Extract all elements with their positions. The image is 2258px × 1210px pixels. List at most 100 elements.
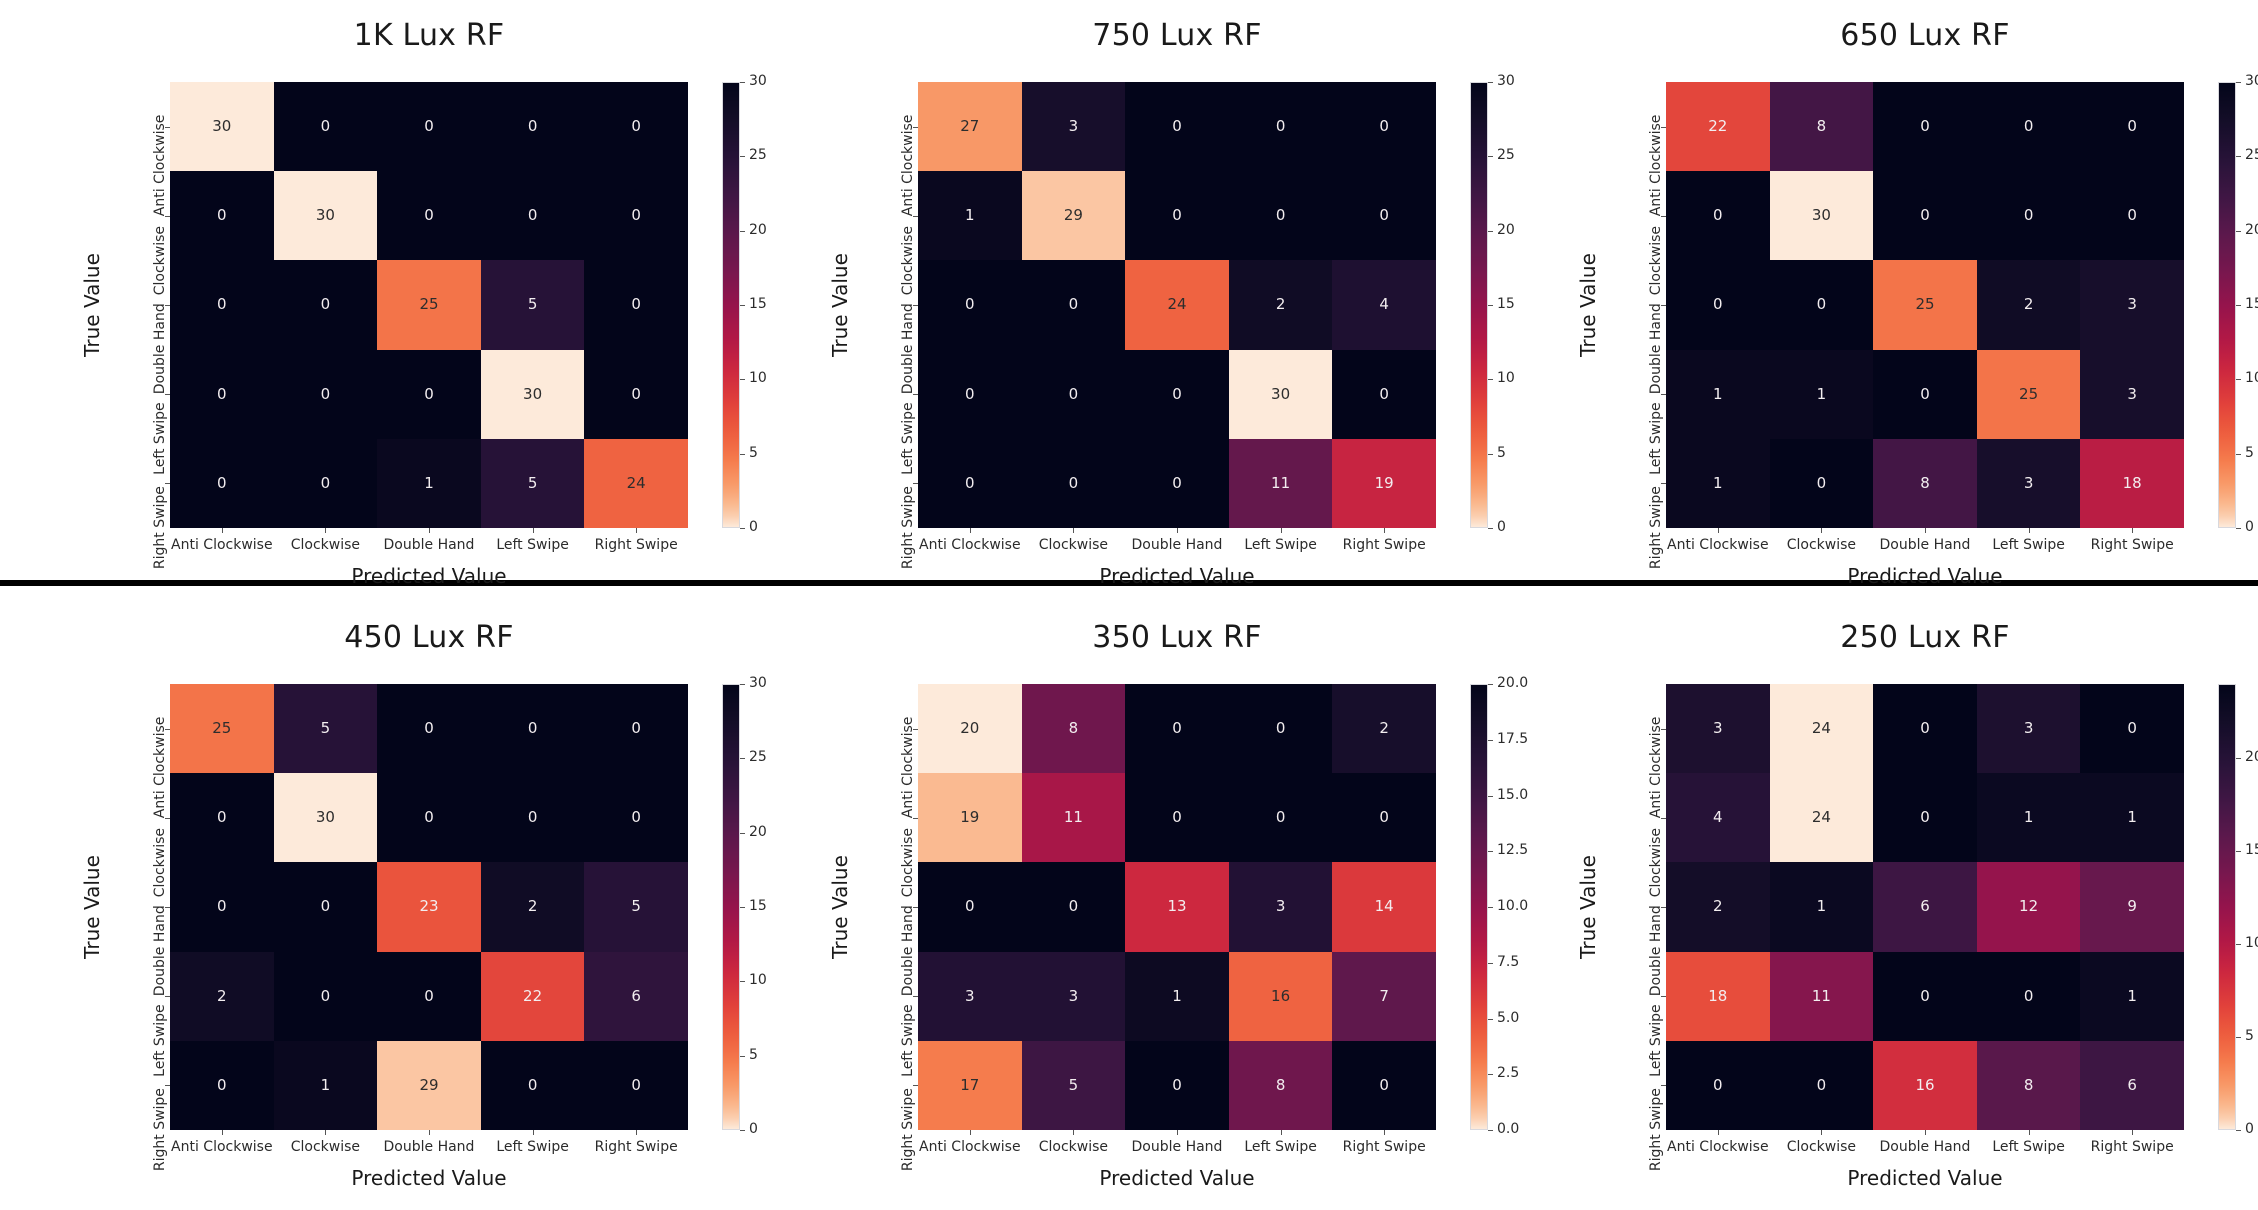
y-axis-label: True Value [80, 253, 104, 357]
heatmap-cell: 5 [273, 684, 378, 774]
y-tick-label: Double Hand [1647, 905, 1664, 997]
heatmap-cell: 0 [170, 1040, 274, 1130]
heatmap-cell: 0 [1228, 171, 1333, 261]
colorbar [1470, 82, 1488, 528]
colorbar-tick-label: 5 [2245, 444, 2254, 461]
colorbar-tick-mark [2236, 758, 2241, 760]
x-tick-label: Right Swipe [2090, 537, 2174, 553]
heatmap-cell: 0 [170, 349, 274, 439]
heatmap-cell: 11 [1769, 951, 1874, 1041]
colorbar-tick-label: 30 [2245, 73, 2258, 89]
heatmap-cell: 0 [1125, 1040, 1229, 1130]
confusion-matrix-panel: 450 Lux RF 25 5 0 0 0 0 30 0 0 0 0 0 23 2 5 2 0 0 22 6 0 1 29 0 0… [60, 620, 810, 1210]
heatmap-cell: 0 [1769, 260, 1874, 350]
colorbar-tick-label: 12.5 [1497, 842, 1529, 859]
colorbar-tick-mark [1488, 156, 1493, 158]
colorbar-tick-mark [1488, 1130, 1493, 1131]
x-axis-label: Predicted Value [351, 1166, 507, 1190]
y-tick-label: Double Hand [899, 303, 916, 395]
heatmap-cell: 2 [480, 862, 585, 952]
heatmap-cell: 0 [1332, 82, 1436, 172]
colorbar-tick-mark [740, 1055, 745, 1057]
x-axis-label: Predicted Value [1099, 564, 1255, 588]
y-tick-label: Double Hand [899, 905, 916, 997]
panel-title: 1K Lux RF [353, 18, 505, 53]
x-tick-label: Clockwise [1038, 537, 1109, 553]
colorbar-tick-label: 25 [749, 749, 767, 766]
heatmap-cell: 0 [1873, 684, 1977, 774]
y-tick-label: Clockwise [899, 225, 916, 296]
heatmap-cell: 5 [584, 862, 688, 952]
colorbar-tick-label: 20 [2245, 221, 2258, 238]
colorbar-tick-label: 5 [749, 1046, 758, 1063]
heatmap-cell: 0 [584, 684, 688, 774]
heatmap-cell: 30 [170, 82, 274, 172]
colorbar-tick-label: 20 [749, 221, 767, 238]
x-tick-mark [2028, 528, 2030, 533]
heatmap-cell: 2 [1228, 260, 1333, 350]
heatmap-cell: 0 [377, 349, 481, 439]
heatmap-cell: 0 [480, 82, 585, 172]
x-tick-label: Left Swipe [496, 537, 569, 553]
heatmap-cell: 0 [273, 951, 378, 1041]
colorbar [2218, 82, 2236, 528]
heatmap-cell: 30 [273, 171, 378, 261]
colorbar-tick-label: 15 [2245, 842, 2258, 859]
x-tick-mark [1073, 528, 1075, 533]
colorbar-tick-label: 30 [749, 73, 767, 89]
heatmap-cell: 0 [584, 1040, 688, 1130]
colorbar [2218, 684, 2236, 1130]
heatmap-cell: 1 [918, 171, 1022, 261]
heatmap-cell: 0 [1332, 773, 1436, 863]
colorbar-tick-label: 30 [749, 675, 767, 691]
heatmap-cell: 0 [918, 438, 1022, 528]
heatmap-cell: 25 [377, 260, 481, 350]
x-tick-mark [532, 1130, 534, 1135]
heatmap-cell: 29 [377, 1040, 481, 1130]
heatmap-cell: 0 [170, 438, 274, 528]
heatmap-cell: 0 [170, 171, 274, 261]
x-tick-mark [969, 528, 971, 533]
heatmap-cell: 0 [1332, 171, 1436, 261]
x-tick-mark [1177, 528, 1178, 533]
heatmap-cell: 1 [1666, 438, 1770, 528]
colorbar-tick-label: 15 [749, 296, 767, 312]
heatmap-cell: 3 [1021, 951, 1126, 1041]
x-tick-mark [2132, 1130, 2134, 1135]
x-tick-label: Anti Clockwise [919, 1139, 1021, 1155]
heatmap-cell: 0 [1873, 951, 1977, 1041]
colorbar-tick-mark [2236, 1130, 2241, 1131]
heatmap-cell: 19 [1332, 438, 1436, 528]
colorbar-tick-mark [2236, 1037, 2241, 1039]
heatmap-cell: 24 [1769, 684, 1874, 774]
x-tick-mark [532, 528, 534, 533]
x-tick-label: Clockwise [1038, 1139, 1109, 1155]
heatmap-cell: 0 [273, 260, 378, 350]
x-axis-label: Predicted Value [1099, 1166, 1255, 1190]
heatmap-cell: 0 [273, 438, 378, 528]
heatmap-cell: 1 [1769, 862, 1874, 952]
heatmap-cell: 5 [480, 438, 585, 528]
colorbar-tick-label: 25 [749, 147, 767, 164]
x-axis-label: Predicted Value [351, 564, 507, 588]
y-axis-label: True Value [1576, 855, 1600, 959]
colorbar-tick-label: 0.0 [1497, 1121, 1520, 1137]
heatmap-cell: 24 [1125, 260, 1229, 350]
heatmap-cell: 0 [1332, 349, 1436, 439]
heatmap-cell: 0 [273, 862, 378, 952]
heatmap-cell: 0 [273, 349, 378, 439]
colorbar-tick-label: 20.0 [1497, 675, 1529, 691]
heatmap-cell: 2 [170, 951, 274, 1041]
heatmap-cell: 1 [2080, 773, 2184, 863]
heatmap-cell: 4 [1666, 773, 1770, 863]
colorbar-tick-mark [2236, 944, 2241, 946]
heatmap-cell: 3 [918, 951, 1022, 1041]
colorbar-tick-label: 25 [2245, 147, 2258, 164]
colorbar-tick-mark [2236, 453, 2241, 455]
colorbar-tick-mark [740, 453, 745, 455]
x-tick-label: Clockwise [290, 1139, 361, 1155]
x-tick-label: Anti Clockwise [171, 1139, 273, 1155]
colorbar-tick-mark [740, 528, 745, 529]
x-tick-mark [1280, 528, 1282, 533]
x-tick-label: Left Swipe [496, 1139, 569, 1155]
